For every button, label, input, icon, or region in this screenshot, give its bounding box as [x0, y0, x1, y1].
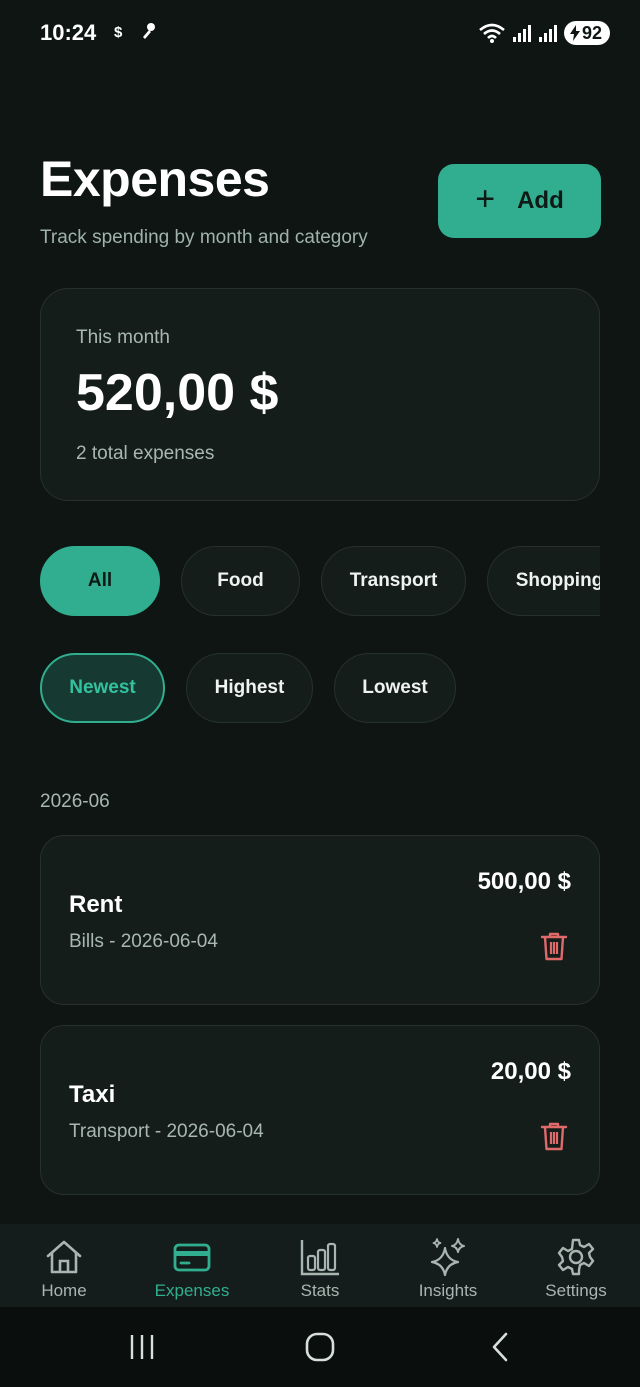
expense-card[interactable]: Rent Bills - 2026-06-04 500,00 $ [40, 835, 600, 1005]
category-chip-food[interactable]: Food [181, 546, 300, 616]
home-button[interactable] [298, 1325, 342, 1369]
nav-label: Settings [545, 1281, 607, 1300]
month-summary-card: This month 520,00 $ 2 total expenses [40, 288, 600, 501]
month-group-label: 2026-06 [40, 791, 110, 812]
recent-apps-button[interactable] [120, 1325, 164, 1369]
sort-chip-newest[interactable]: Newest [40, 653, 165, 723]
charging-bolt-icon [570, 25, 580, 41]
bottom-navigation: Home Expenses Stats Insights Settings [0, 1224, 640, 1307]
dollar-notification-icon: $ [114, 24, 123, 41]
nav-item-insights[interactable]: Insights [384, 1224, 512, 1307]
add-expense-button[interactable]: + Add [438, 164, 601, 238]
expense-amount: 20,00 $ [490, 1058, 571, 1085]
home-icon [46, 1240, 82, 1274]
chip-label: Newest [69, 677, 136, 698]
expense-card[interactable]: Taxi Transport - 2026-06-04 20,00 $ [40, 1025, 600, 1195]
status-icons: 92 [478, 20, 610, 46]
gear-icon [557, 1238, 595, 1276]
wifi-icon [479, 23, 505, 43]
category-chip-transport[interactable]: Transport [321, 546, 466, 616]
trash-icon[interactable] [539, 1120, 569, 1152]
nav-label: Expenses [154, 1281, 230, 1300]
status-bar: 10:24 $ 92 [0, 0, 640, 66]
system-navigation-bar [0, 1307, 640, 1387]
expense-meta: Bills - 2026-06-04 [69, 931, 218, 952]
expense-amount: 500,00 $ [477, 868, 571, 895]
signal-icon [513, 25, 531, 42]
nav-item-settings[interactable]: Settings [512, 1224, 640, 1307]
nav-item-home[interactable]: Home [0, 1224, 128, 1307]
add-button-label: Add [517, 187, 564, 214]
chip-label: Shopping [515, 570, 600, 591]
recent-apps-icon [130, 1335, 154, 1359]
key-notification-icon [140, 22, 156, 44]
nav-label: Stats [300, 1281, 340, 1300]
home-circle-icon [305, 1332, 335, 1362]
sparkles-icon [430, 1238, 465, 1277]
nav-item-expenses[interactable]: Expenses [128, 1224, 256, 1307]
nav-item-stats[interactable]: Stats [256, 1224, 384, 1307]
category-filter-row: All Food Transport Shopping [40, 546, 600, 616]
sort-chip-highest[interactable]: Highest [186, 653, 313, 723]
bar-chart-icon [300, 1240, 339, 1276]
page-subtitle: Track spending by month and category [40, 227, 368, 248]
expense-meta: Transport - 2026-06-04 [69, 1121, 264, 1142]
sort-option-row: Newest Highest Lowest [40, 653, 600, 723]
chip-label: Food [217, 570, 264, 591]
chip-label: Lowest [362, 677, 428, 698]
page-title: Expenses [40, 151, 270, 207]
summary-count: 2 total expenses [76, 443, 215, 464]
summary-amount: 520,00 $ [76, 364, 279, 422]
plus-icon: + [475, 180, 496, 218]
chip-label: All [87, 570, 113, 591]
chip-label: Highest [214, 677, 285, 698]
expense-name: Taxi [69, 1081, 116, 1108]
summary-label: This month [76, 327, 170, 348]
battery-indicator: 92 [564, 21, 610, 45]
battery-level: 92 [582, 22, 603, 43]
sort-chip-lowest[interactable]: Lowest [334, 653, 456, 723]
category-chip-shopping[interactable]: Shopping [487, 546, 600, 616]
status-time: 10:24 [40, 20, 97, 45]
chip-label: Transport [349, 570, 438, 591]
card-icon [173, 1243, 211, 1272]
signal-icon [539, 25, 557, 42]
trash-icon[interactable] [539, 930, 569, 962]
back-icon [492, 1332, 508, 1362]
back-button[interactable] [478, 1325, 522, 1369]
category-chip-all[interactable]: All [40, 546, 160, 616]
nav-label: Home [41, 1281, 87, 1300]
nav-label: Insights [418, 1281, 478, 1300]
expense-name: Rent [69, 891, 123, 918]
